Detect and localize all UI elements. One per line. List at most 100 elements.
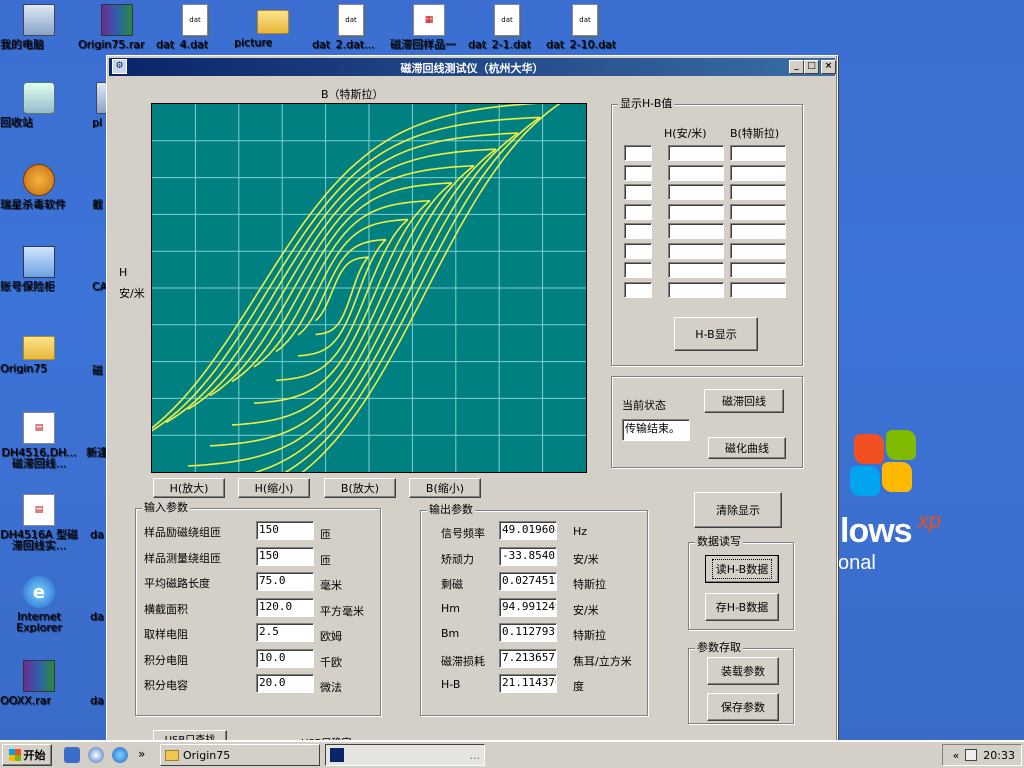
xp-edition-text: xp [918,508,942,533]
desktop-icon-label: CA [92,281,108,292]
h-zoom-in-button[interactable]: H(放大) [153,478,225,498]
desktop-icon-partial[interactable]: CA [78,246,108,292]
hb-index-cell [624,203,652,220]
desktop-icon-dat2-1[interactable]: dat dat_2-1.dat [468,4,546,50]
task-hysteresis-app[interactable]: ... [325,744,485,766]
hysteresis-loop-button[interactable]: 磁滞回线 [704,389,784,413]
input-param-unit: 平方毫米 [320,604,364,618]
output-param-unit: 特斯拉 [573,629,606,642]
internet-explorer-quick-icon[interactable] [112,747,128,763]
task-origin75-label: Origin75 [183,748,231,762]
desktop-icon-ooxx-rar[interactable]: OOXX.rar [0,660,78,706]
desktop-icon-partial[interactable]: 新逢 [78,412,108,458]
hb-display-button[interactable]: H-B显示 [674,317,758,351]
input-param-unit: 毫米 [320,579,342,592]
logo-flag-red [854,434,884,464]
output-param-unit: 特斯拉 [573,578,606,591]
app-icon [330,748,344,762]
input-param-field[interactable]: 150 [256,521,314,540]
load-params-button[interactable]: 装载参数 [707,657,779,685]
desktop-icon-antivirus[interactable]: 瑞星杀毒软件 [0,164,78,210]
input-params-group: 输入参数 样品励磁绕组匝 150 匝样品测量绕组匝 150 匝平均磁路长度 75.0 毫米横… [135,502,381,716]
minimize-button[interactable]: _ [789,60,804,74]
b-zoom-out-button[interactable]: B(缩小) [409,478,481,498]
desktop-icon-safe[interactable]: 账号保险柜 [0,246,78,292]
hb-h-cell [668,145,724,161]
maximize-button[interactable]: □ [804,60,819,74]
desktop-icon-dat2[interactable]: dat dat_2.dat... [312,4,390,50]
desktop-icon-partial[interactable]: pl [78,82,108,128]
desktop-icon-recycle-bin[interactable]: 回收站 [0,82,78,128]
output-param-field: 49.019608 [499,521,557,540]
document-icon: ▦ [413,4,445,36]
desktop-icon-picture[interactable]: picture [234,4,312,48]
magnetization-curve-button[interactable]: 磁化曲线 [708,437,786,459]
desktop-icon-ie[interactable]: e Internet Explorer [0,576,78,633]
data-rw-caption: 数据读写 [695,535,743,548]
window-title-bar[interactable]: ⚙ 磁滞回线测试仪（杭州大华） _ □ × [109,58,836,76]
desktop-icon-partial[interactable]: 截 [78,164,108,210]
desktop-icon-label: 瑞星杀毒软件 [0,199,66,210]
tray-expand-arrow[interactable]: « [953,749,960,762]
desktop-icon-label: 我的电脑 [0,39,44,50]
desktop-icon-label: pl [92,117,103,128]
window-title: 磁滞回线测试仪（杭州大华） [400,62,544,75]
hb-h-cell [668,281,724,298]
desktop-icon-dat2-10[interactable]: dat dat_2-10.dat [546,4,624,50]
data-file-icon: dat [182,4,208,36]
antivirus-icon [23,164,55,196]
read-hb-data-button[interactable]: 读H-B数据 [705,555,779,583]
task-origin75[interactable]: Origin75 [160,744,320,766]
rar-archive-icon [101,4,133,36]
hb-column-h-header: H(安/米) [664,127,707,140]
desktop-icon-label: da [90,611,104,622]
hb-index-cell [624,145,652,161]
input-param-field[interactable]: 75.0 [256,572,314,591]
input-param-unit: 欧姆 [320,630,342,643]
desktop-icon-label: picture [234,37,273,48]
input-params-caption: 输入参数 [142,501,190,514]
pdf-document-icon: ▤ [23,412,55,444]
keyboard-icon[interactable] [965,749,978,761]
desktop-icon-partial[interactable]: da [78,576,108,622]
pdf-document-icon: ▤ [23,494,55,526]
desktop-icon-dh4516a-pdf[interactable]: ▤ DH4516A 型磁滞回线实... [0,494,78,551]
input-param-field[interactable]: 20.0 [256,674,314,693]
clear-display-button[interactable]: 清除显示 [694,492,782,528]
desktop-icon-label: 磁 [92,365,103,376]
desktop-icon-my-computer[interactable]: 我的电脑 [0,4,78,50]
hysteresis-plot-svg [121,101,586,525]
output-param-label: 磁滞损耗 [441,654,485,668]
desktop-icon-sample-doc[interactable]: ▦ 磁滞回样品一 [390,4,468,50]
hb-index-cell [624,281,652,298]
input-param-field[interactable]: 10.0 [256,648,314,668]
desktop-icon-partial[interactable]: da [78,660,108,706]
desktop-icon-dat4[interactable]: dat dat_4.dat [156,4,234,50]
desktop-icon-label: DH4516,DH...磁滞回线... [1,447,77,469]
quick-launch-overflow[interactable]: » [138,747,145,761]
input-param-field[interactable]: 2.5 [256,623,314,642]
desktop-icon-label: DH4516A 型磁滞回线实... [0,529,78,551]
start-button[interactable]: 开始 [2,744,52,766]
logo-flag-blue [850,466,880,496]
desktop-icon-origin75-folder[interactable]: Origin75 [0,330,78,374]
desktop-icon-dh4516-pdf[interactable]: ▤ DH4516,DH...磁滞回线... [0,412,78,469]
hb-index-cell [624,223,652,239]
input-param-field[interactable]: 120.0 [256,597,314,617]
start-label: 开始 [23,749,46,762]
show-desktop-icon[interactable] [64,747,80,763]
b-zoom-in-button[interactable]: B(放大) [324,478,396,498]
save-params-button[interactable]: 保存参数 [707,693,779,721]
desktop-icon-origin-rar[interactable]: Origin75.rar [78,4,156,50]
output-param-label: H-B [441,678,461,691]
save-hb-data-button[interactable]: 存H-B数据 [705,593,779,621]
close-button[interactable]: × [821,60,836,74]
output-param-unit: 度 [573,680,584,693]
logo-flag-green [886,430,916,460]
desktop-icon-partial[interactable]: 磁 [78,330,108,376]
hb-h-cell [668,164,724,181]
input-param-field[interactable]: 150 [256,546,314,566]
h-zoom-out-button[interactable]: H(缩小) [238,478,310,498]
media-player-icon[interactable] [88,747,104,763]
desktop-icon-partial[interactable]: da [78,494,108,540]
